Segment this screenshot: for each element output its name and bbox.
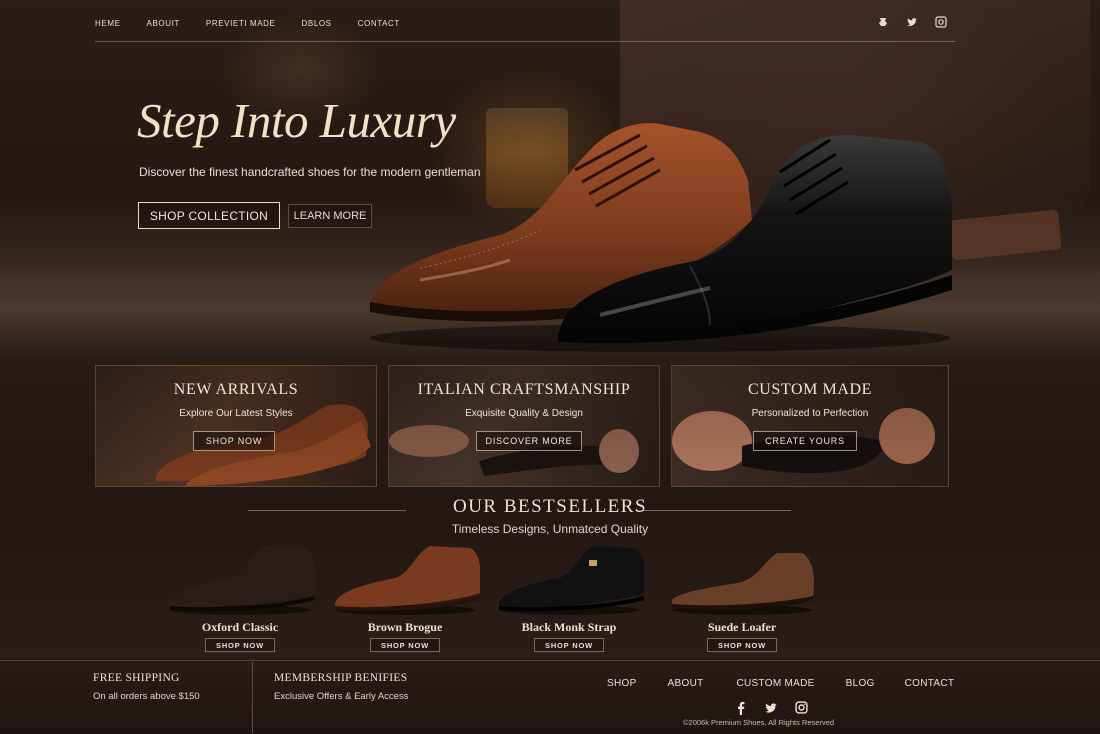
free-shipping-text: On all orders above $150	[93, 691, 200, 702]
shop-collection-button[interactable]: SHOP COLLECTION	[138, 202, 280, 229]
bestsellers-title: OUR BESTSELLERS	[452, 496, 648, 517]
nav-contact[interactable]: CONTACT	[358, 19, 400, 33]
footer-nav-blog[interactable]: BLOG	[846, 678, 875, 689]
product-card-black-monk-strap[interactable]: Black Monk Strap SHOP NOW	[489, 538, 649, 652]
card-title: CUSTOM MADE	[747, 381, 873, 398]
nav-custom-made[interactable]: PREVIETI MADE	[206, 19, 276, 33]
brand-icon[interactable]	[877, 15, 889, 27]
nav-blog[interactable]: DBLOS	[302, 19, 332, 33]
top-social-icons	[877, 15, 947, 28]
hero-subtitle: Discover the finest handcrafted shoes fo…	[139, 165, 481, 179]
card-custom-made[interactable]: CUSTOM MADE Personalized to Perfection C…	[671, 365, 949, 487]
membership-text: Exclusive Offers & Early Access	[274, 691, 409, 702]
free-shipping-title: FREE SHIPPING	[93, 672, 180, 684]
product-card-brown-brogue[interactable]: Brown Brogue SHOP NOW	[325, 538, 485, 652]
nav-about[interactable]: ABOUIT	[147, 19, 180, 33]
suede-loafer-image	[672, 553, 814, 615]
product-card-oxford-classic[interactable]: Oxford Classic SHOP NOW	[160, 538, 320, 652]
shop-now-button[interactable]: SHOP NOW	[193, 431, 275, 451]
card-subtitle: Personalized to Perfection	[751, 408, 869, 419]
nav-divider	[95, 41, 955, 42]
card-title: ITALIAN CRAFTSMANSHIP	[417, 381, 631, 398]
learn-more-button[interactable]: LEARN MORE	[288, 204, 372, 228]
top-nav: HEME ABOUIT PREVIETI MADE DBLOS CONTACT	[95, 19, 426, 33]
twitter-icon[interactable]	[906, 15, 918, 27]
product-shop-now-button[interactable]: SHOP NOW	[370, 638, 440, 652]
footer-nav-about[interactable]: ABOUT	[668, 678, 704, 689]
membership-title: MEMBERSHIP BENIFIES	[274, 672, 408, 684]
nav-home[interactable]: HEME	[95, 19, 121, 33]
footer-nav: SHOP ABOUT CUSTOM MADE BLOG CONTACT	[607, 678, 954, 689]
card-italian-craftsmanship[interactable]: ITALIAN CRAFTSMANSHIP Exquisite Quality …	[388, 365, 660, 487]
footer-nav-contact[interactable]: CONTACT	[905, 678, 955, 689]
product-shop-now-button[interactable]: SHOP NOW	[205, 638, 275, 652]
footer-nav-custom-made[interactable]: CUSTOM MADE	[737, 678, 815, 689]
card-title: NEW ARRIVALS	[173, 381, 299, 398]
product-name: Suede Loafer	[707, 620, 777, 634]
oxford-shoe-image	[170, 546, 315, 615]
card-subtitle: Explore Our Latest Styles	[179, 408, 293, 419]
product-name: Brown Brogue	[367, 620, 443, 634]
product-name: Black Monk Strap	[521, 620, 617, 634]
copyright-text: ©2006k Premium Shoes, All Rights Reserve…	[683, 718, 835, 727]
instagram-icon[interactable]	[935, 15, 947, 28]
monk-strap-shoe-image	[499, 546, 644, 615]
product-shop-now-button[interactable]: SHOP NOW	[707, 638, 777, 652]
product-card-suede-loafer[interactable]: Suede Loafer SHOP NOW	[662, 538, 822, 652]
bestsellers-subtitle: Timeless Designs, Unmatced Quality	[451, 522, 649, 536]
hero-title: Step Into Luxury	[137, 93, 456, 148]
brogue-shoe-image	[335, 546, 480, 615]
discover-more-button[interactable]: DISCOVER MORE	[476, 431, 582, 451]
card-new-arrivals[interactable]: NEW ARRIVALS Explore Our Latest Styles S…	[95, 365, 377, 487]
product-shop-now-button[interactable]: SHOP NOW	[534, 638, 604, 652]
product-name: Oxford Classic	[201, 620, 279, 634]
footer-divider	[252, 662, 253, 733]
card-subtitle: Exquisite Quality & Design	[465, 408, 583, 419]
create-yours-button[interactable]: CREATE YOURS	[753, 431, 857, 451]
footer-nav-shop[interactable]: SHOP	[607, 678, 637, 689]
